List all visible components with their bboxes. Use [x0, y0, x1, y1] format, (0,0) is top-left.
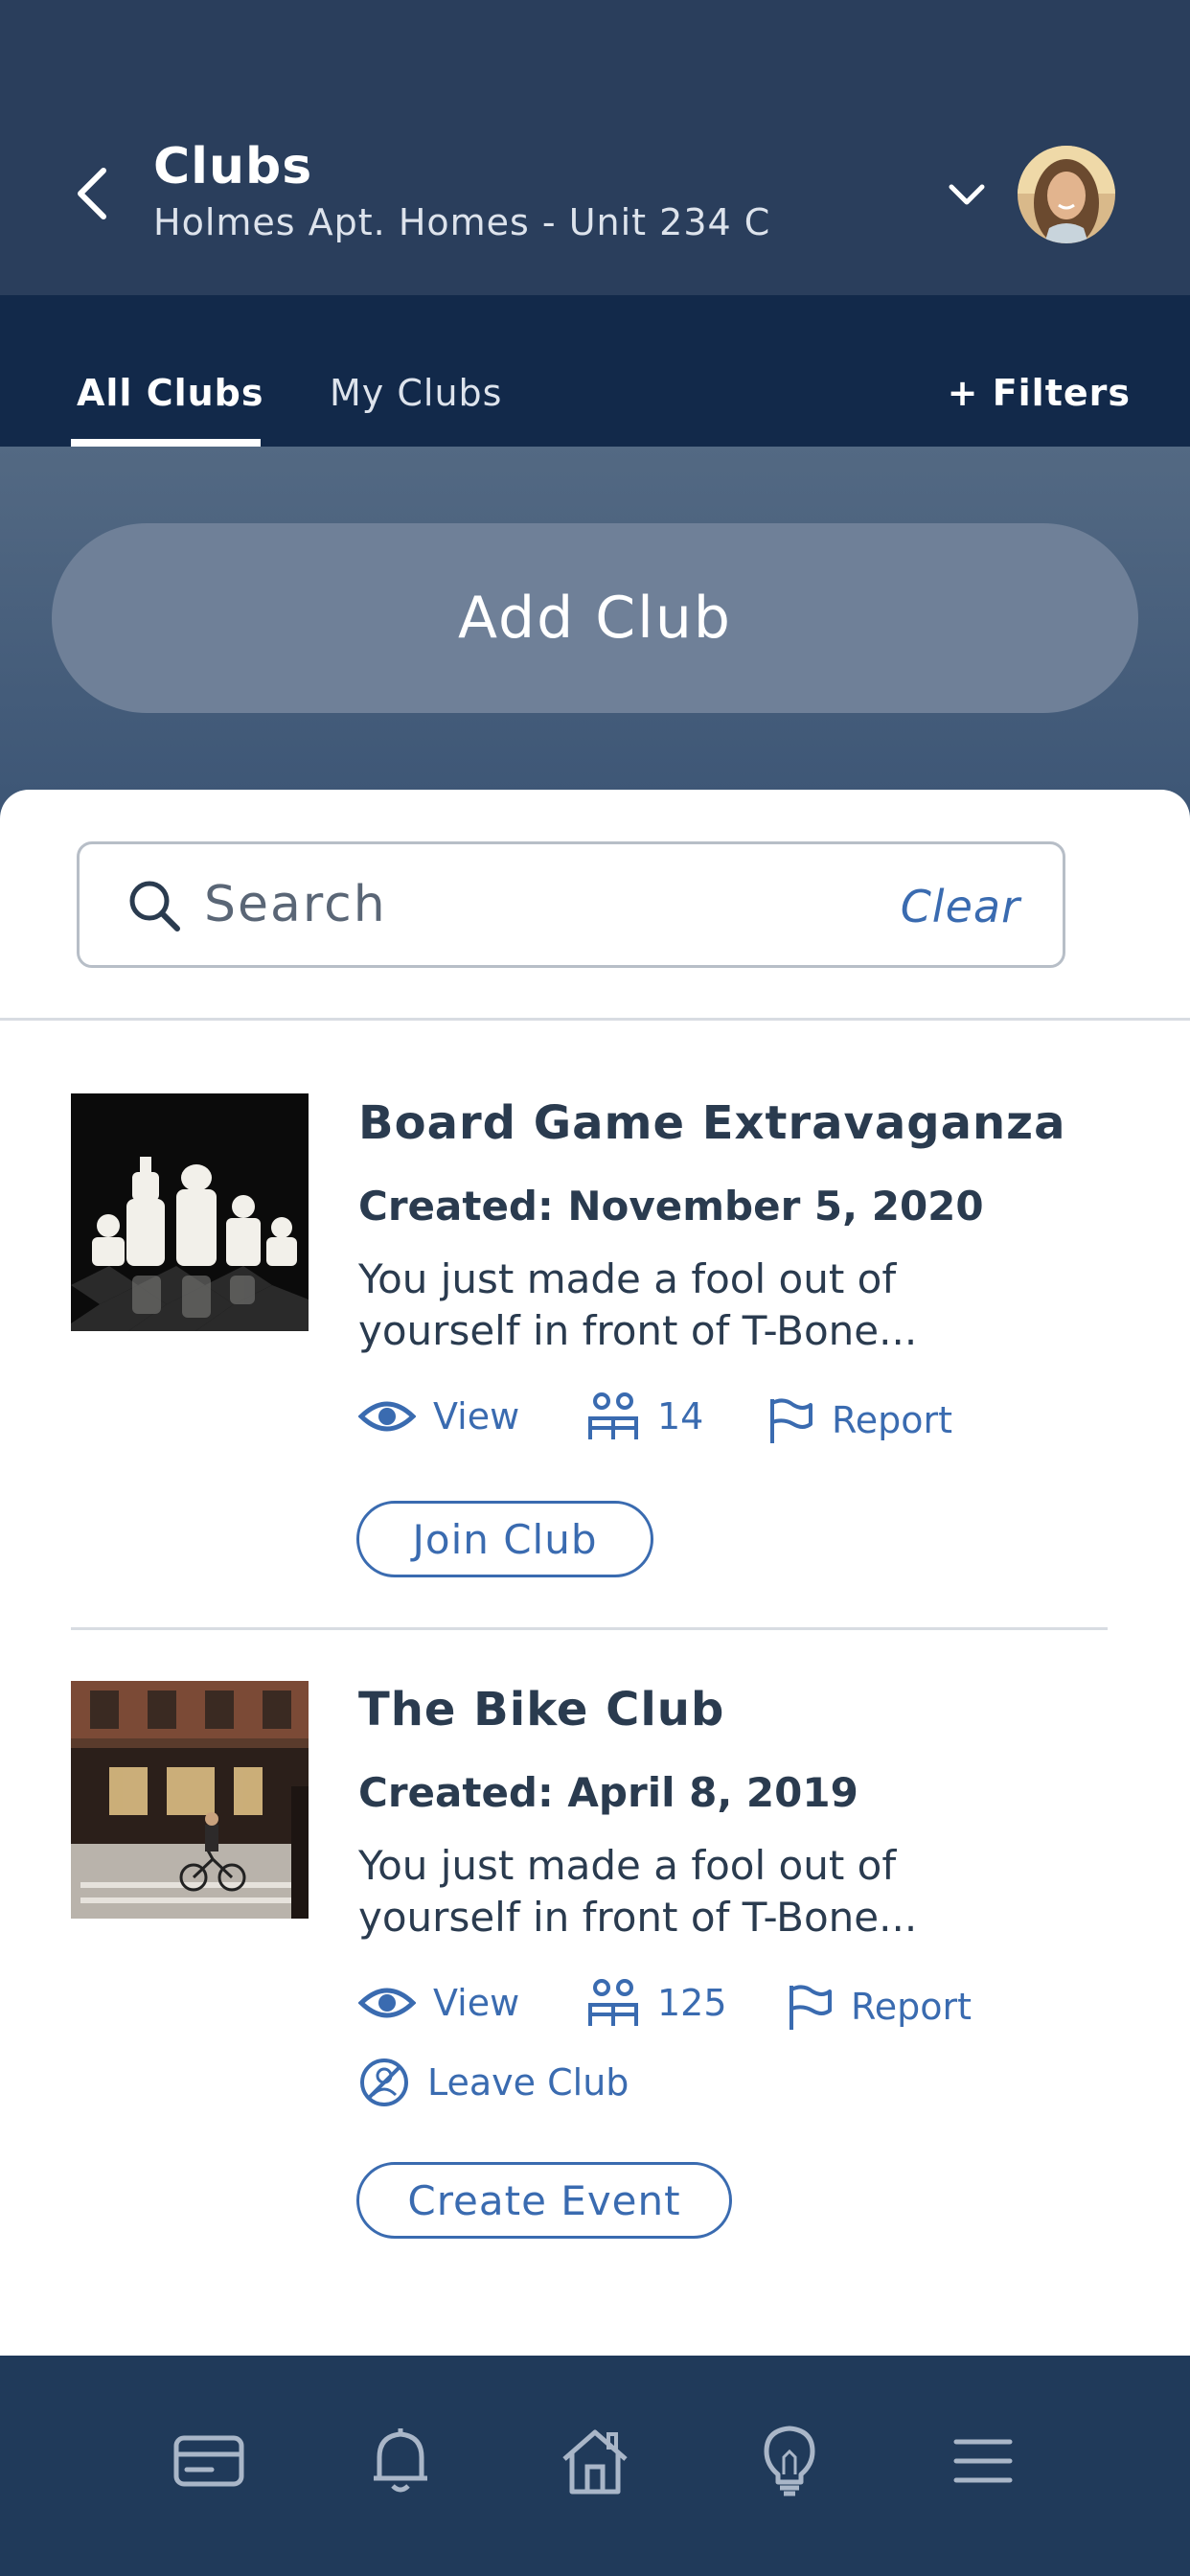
filters-button[interactable]: + Filters: [948, 372, 1131, 414]
view-club-button[interactable]: View: [358, 1395, 519, 1438]
view-label: View: [433, 1982, 520, 2024]
lightbulb-icon: [764, 2426, 815, 2496]
avatar[interactable]: [1018, 146, 1115, 243]
report-label: Report: [851, 1986, 972, 2028]
join-club-button[interactable]: Join Club: [356, 1501, 653, 1577]
nav-notifications[interactable]: [360, 2421, 441, 2501]
members-count: 14: [586, 1392, 703, 1441]
leave-club-button[interactable]: Leave Club: [358, 2057, 629, 2108]
add-club-button[interactable]: Add Club: [52, 523, 1138, 713]
clear-search-button[interactable]: Clear: [901, 881, 1020, 932]
hero-area: Add Club: [0, 447, 1190, 830]
eye-icon: [358, 1988, 416, 2018]
divider: [71, 1627, 1108, 1630]
search-icon: [129, 881, 180, 932]
create-event-button[interactable]: Create Event: [356, 2162, 732, 2239]
home-icon: [562, 2429, 628, 2495]
bottom-nav: [0, 2356, 1190, 2576]
tab-bar: All Clubs My Clubs + Filters: [0, 295, 1190, 447]
report-club-button[interactable]: Report: [767, 1395, 952, 1445]
club-image-chess: [71, 1093, 309, 1331]
bell-icon: [374, 2428, 427, 2493]
back-button[interactable]: [65, 163, 119, 224]
nav-home[interactable]: [555, 2421, 635, 2501]
report-label: Report: [832, 1399, 952, 1441]
clubs-sheet: Clear: [0, 790, 1190, 2361]
members-label: 14: [657, 1395, 704, 1438]
property-subtitle: Holmes Apt. Homes - Unit 234 C: [153, 201, 771, 243]
club-name[interactable]: The Bike Club: [358, 1683, 724, 1736]
app-header: Clubs Holmes Apt. Homes - Unit 234 C: [0, 0, 1190, 295]
nav-ideas[interactable]: [749, 2421, 830, 2501]
club-description: You just made a fool out of yourself in …: [358, 1842, 918, 1941]
members-count: 125: [586, 1978, 727, 2028]
club-created-date: Created: November 5, 2020: [358, 1183, 984, 1230]
card-icon: [173, 2435, 244, 2487]
club-created-date: Created: April 8, 2019: [358, 1769, 858, 1816]
club-image-bike: [71, 1681, 309, 1919]
chevron-left-icon: [78, 168, 106, 219]
divider: [0, 1018, 1190, 1021]
eye-icon: [358, 1401, 416, 1432]
report-club-button[interactable]: Report: [786, 1982, 972, 2032]
menu-icon: [953, 2439, 1013, 2483]
chevron-down-icon: [949, 184, 985, 205]
group-icon: [588, 1392, 638, 1439]
leave-icon: [360, 2058, 408, 2106]
active-tab-indicator: [71, 439, 261, 447]
nav-payments[interactable]: [169, 2421, 249, 2501]
leave-club-label: Leave Club: [427, 2061, 629, 2104]
tab-my-clubs[interactable]: My Clubs: [330, 372, 502, 414]
page-title: Clubs: [153, 138, 313, 196]
property-dropdown-button[interactable]: [945, 172, 989, 217]
members-label: 125: [657, 1982, 727, 2024]
flag-icon: [790, 1985, 832, 2030]
group-icon: [588, 1979, 638, 2026]
view-club-button[interactable]: View: [358, 1982, 519, 2024]
nav-menu[interactable]: [943, 2421, 1023, 2501]
club-name[interactable]: Board Game Extravaganza: [358, 1096, 1065, 1150]
club-description: You just made a fool out of yourself in …: [358, 1255, 918, 1354]
tab-all-clubs[interactable]: All Clubs: [77, 372, 263, 414]
search-input[interactable]: [204, 863, 875, 946]
search-box: Clear: [77, 841, 1065, 968]
flag-icon: [770, 1398, 812, 1443]
view-label: View: [433, 1395, 520, 1438]
